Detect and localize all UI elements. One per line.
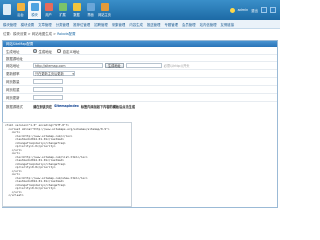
page-weight-input[interactable]	[33, 87, 63, 92]
top-tab-icon	[86, 3, 95, 11]
subnav-item[interactable]: 站内信管理	[200, 22, 217, 27]
label-content-format: 数据源格式	[6, 104, 23, 109]
panel-title: 网站SiteMap配置	[3, 41, 277, 47]
row-data-source: 数据源地址	[3, 55, 277, 62]
help-icon[interactable]	[270, 7, 276, 13]
user-avatar-icon	[229, 7, 235, 13]
label-update-frequency: 更新频率	[6, 72, 20, 76]
row-page-count: 网页数量	[3, 78, 277, 86]
instruction-highlight: Sitemapindex	[54, 104, 79, 108]
top-tab-label: 后台	[17, 13, 24, 17]
top-tab-4[interactable]: 数据	[70, 1, 83, 19]
top-tab-0[interactable]: 后台	[14, 1, 27, 19]
top-tab-icon	[30, 3, 39, 11]
page-count-input[interactable]	[33, 79, 63, 84]
subnav-item[interactable]: 会员管理	[182, 22, 196, 27]
subnav-item[interactable]: 文章管理	[38, 22, 52, 27]
logout-link[interactable]: 退出	[251, 8, 258, 13]
site-url-hint: 必须以http://开头	[163, 64, 190, 68]
top-tab-5[interactable]: 界面	[84, 1, 97, 19]
top-tab-1[interactable]: 模块	[28, 1, 41, 19]
top-tab-label: 界面	[87, 13, 94, 17]
row-generate-method: 生成地址 生成地址 自定义地址	[3, 48, 277, 55]
radio-generate-address[interactable]	[33, 49, 37, 53]
subnav-item[interactable]: 采集管理	[112, 22, 126, 27]
instruction-text-after: 标签内添加如下内容的模板后点击生成	[80, 104, 136, 109]
generate-url-button[interactable]: 生成地址	[105, 63, 124, 68]
subnav-item[interactable]: 招聘管理	[94, 22, 108, 27]
page-update-input[interactable]	[33, 95, 63, 100]
top-tab-icon	[44, 3, 53, 11]
top-tab-label: 扩展	[59, 13, 66, 17]
row-site-url: 网站地址 http://sitemap.com 生成地址 必须以http://开…	[3, 62, 277, 70]
top-tab-icon	[72, 3, 81, 11]
username[interactable]: admin	[238, 8, 249, 12]
frequency-select-value: 只在更新主页后更新	[35, 71, 64, 76]
user-area: admin 退出	[229, 6, 276, 14]
label-page-count: 网页数量	[6, 80, 20, 84]
radio-custom-address-label[interactable]: 自定义地址	[63, 49, 80, 54]
subnav-item[interactable]: 分类管理	[56, 22, 70, 27]
radio-custom-address[interactable]	[57, 49, 61, 53]
label-generate-method: 生成地址	[6, 49, 20, 54]
label-page-update: 网页更新	[6, 96, 20, 100]
sub-navigation: 模块管理 模块设置 文章管理 分类管理 推荐位管理 招聘管理 采集管理 内容生成 推送管理 专题管…	[0, 20, 280, 29]
top-tab-label: 模块	[31, 13, 38, 17]
radio-generate-address-label[interactable]: 生成地址	[39, 49, 53, 54]
top-tab-label: 数据	[73, 13, 80, 17]
code-line: </urlset>	[5, 193, 24, 197]
row-page-weight: 网页权重	[3, 86, 277, 94]
top-tab-icon	[100, 3, 109, 11]
top-navigation-bar: 后台 模块 用户 扩展 数据 界面 网站主页 admin 退出	[0, 0, 280, 20]
site-url-input[interactable]: http://sitemap.com	[33, 63, 103, 68]
top-tab-label: 用户	[45, 13, 52, 17]
content-format-instruction: 请在到该页在 Sitemapindex 标签内添加如下内容的模板后点击生成	[33, 104, 277, 109]
top-tab-icon	[16, 3, 25, 11]
site-url-extra-input[interactable]	[125, 63, 162, 68]
top-tab-2[interactable]: 用户	[42, 1, 55, 19]
subnav-item[interactable]: 推荐位管理	[73, 22, 90, 27]
row-page-update: 网页更新	[3, 94, 277, 102]
breadcrumb-current: Robots配置	[57, 32, 76, 36]
row-content-format: 数据源格式 请在到该页在 Sitemapindex 标签内添加如下内容的模板后点击生…	[3, 102, 277, 110]
instruction-text-before: 请在到该页在	[33, 104, 53, 109]
label-data-source: 数据源地址	[6, 56, 23, 61]
label-page-weight: 网页权重	[6, 88, 20, 92]
frequency-select[interactable]: 只在更新主页后更新 ▾	[33, 71, 75, 76]
logo-icon	[3, 4, 11, 15]
breadcrumb: 位置：模块设置 > 网站地图生成 > Robots配置	[3, 31, 75, 37]
subnav-item[interactable]: 模块管理	[3, 22, 17, 27]
subnav-item[interactable]: 友情链接	[221, 22, 235, 27]
sitemap-template-textarea[interactable]: <?xml version="1.0" encoding="UTF-8"?> <…	[2, 122, 132, 207]
top-tab-label: 网站主页	[98, 13, 111, 17]
subnav-item[interactable]: 推送管理	[147, 22, 161, 27]
label-site-url: 网站地址	[6, 64, 20, 68]
row-update-frequency: 更新频率 只在更新主页后更新 ▾	[3, 70, 277, 78]
top-tab-3[interactable]: 扩展	[56, 1, 69, 19]
subnav-item[interactable]: 模块设置	[21, 22, 35, 27]
breadcrumb-path[interactable]: 位置：模块设置 > 网站地图生成 >	[3, 32, 57, 36]
top-tab-icon	[58, 3, 67, 11]
chevron-down-icon: ▾	[72, 71, 74, 76]
top-tab-6[interactable]: 网站主页	[98, 1, 111, 19]
subnav-item[interactable]: 内容生成	[129, 22, 143, 27]
settings-icon[interactable]	[261, 7, 267, 13]
subnav-item[interactable]: 专题管理	[164, 22, 178, 27]
